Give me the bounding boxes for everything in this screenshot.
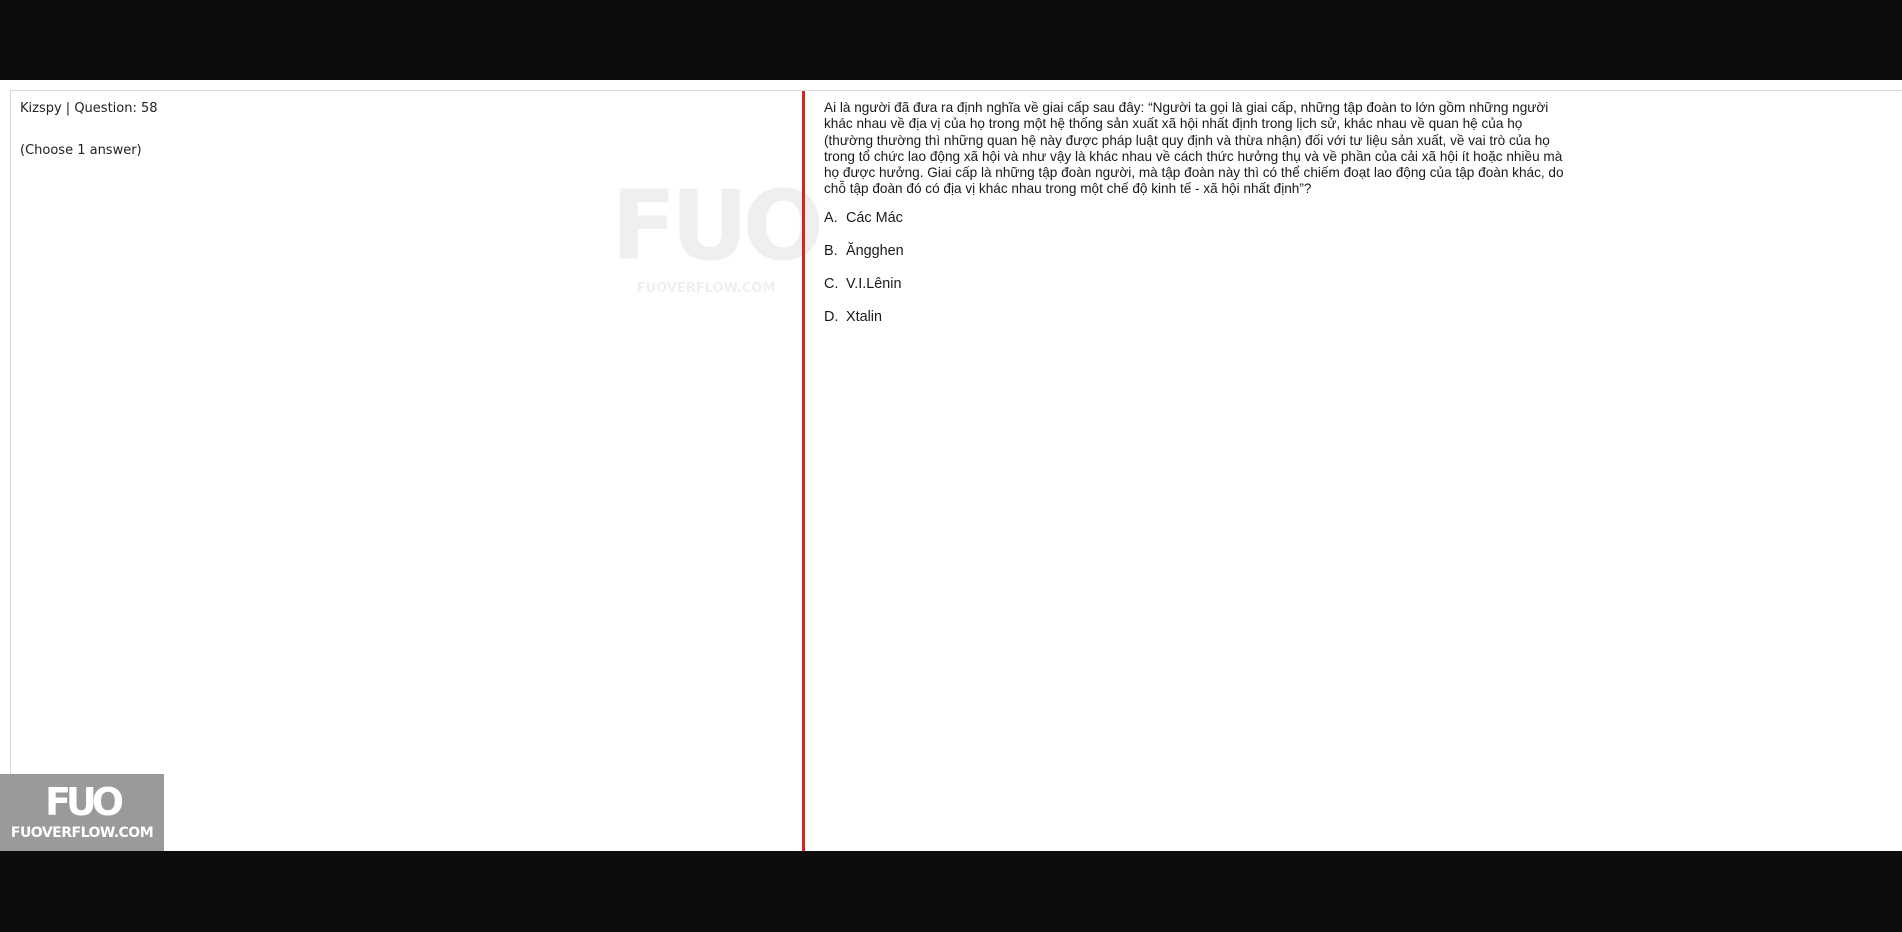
answer-option-b[interactable]: B. Ăngghen (824, 241, 1574, 274)
answer-text: Ăngghen (846, 242, 904, 259)
choose-answer-hint: (Choose 1 answer) (20, 143, 142, 158)
watermark: FUO FUOVERFLOW.COM (611, 170, 824, 321)
question-header: Kizspy | Question: 58 (20, 101, 158, 116)
answer-letter: D. (824, 308, 839, 325)
answer-option-c[interactable]: C. V.I.Lênin (824, 274, 1574, 307)
fuoverflow-logo: FUO FUOVERFLOW.COM (0, 774, 164, 851)
quiz-frame: Kizspy | Question: 58 (Choose 1 answer) … (10, 90, 1902, 851)
logo-mark: FUO (44, 780, 124, 824)
answer-list: A. Các Mác B. Ăngghen C. V.I.Lênin D. Xtalin (824, 208, 1574, 340)
quiz-content-area: Kizspy | Question: 58 (Choose 1 answer) … (0, 80, 1902, 851)
answer-text: Các Mác (846, 209, 903, 226)
panel-divider (802, 91, 805, 851)
logo-site: FUOVERFLOW.COM (10, 825, 154, 841)
watermark-site: FUOVERFLOW.COM (636, 281, 776, 296)
question-text: Ai là người đã đưa ra định nghĩa về giai… (824, 100, 1564, 197)
answer-letter: A. (824, 209, 838, 226)
answer-letter: B. (824, 242, 838, 259)
answer-option-d[interactable]: D. Xtalin (824, 307, 1574, 340)
answer-letter: C. (824, 275, 839, 292)
screen: Kizspy | Question: 58 (Choose 1 answer) … (0, 0, 1902, 932)
right-panel: Ai là người đã đưa ra định nghĩa về giai… (824, 100, 1574, 340)
watermark-mark: FUO (611, 170, 824, 282)
left-panel: Kizspy | Question: 58 (Choose 1 answer) … (11, 91, 824, 851)
answer-text: Xtalin (846, 308, 882, 325)
answer-text: V.I.Lênin (846, 275, 902, 292)
answer-option-a[interactable]: A. Các Mác (824, 208, 1574, 241)
